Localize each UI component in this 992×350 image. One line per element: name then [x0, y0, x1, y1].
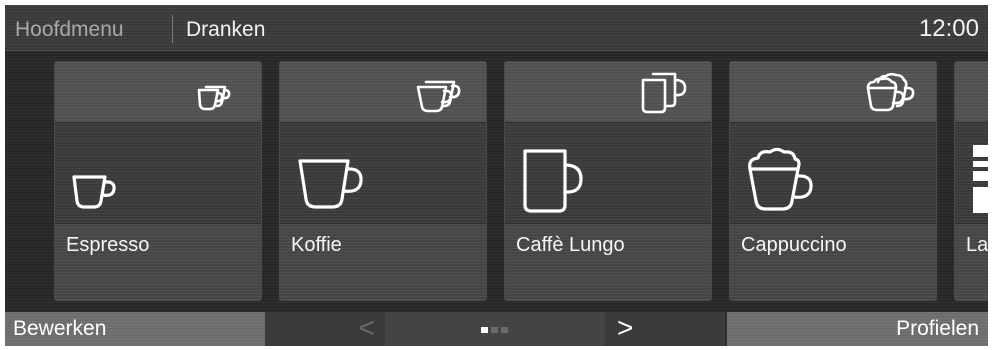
tile-body-koffie[interactable]: [280, 123, 486, 224]
tile-body-espresso[interactable]: [55, 123, 261, 224]
drink-label-caffe-lungo: Caffè Lungo: [516, 234, 625, 256]
bottom-bar: Bewerken < > Profielen: [5, 312, 988, 346]
drink-tile-caffe-lungo[interactable]: Caffè Lungo: [504, 61, 712, 301]
coffee-machine-screen: Hoofdmenu Dranken 12:00 Espresso Koffie …: [5, 5, 988, 346]
drink-label-cappuccino: Cappuccino: [741, 234, 847, 256]
page-dot-1: [481, 327, 488, 333]
page-dot-3: [501, 327, 508, 333]
latte-glass-icon: [973, 145, 988, 213]
espresso-cup-icon: [72, 175, 116, 209]
edit-button[interactable]: Bewerken: [5, 312, 265, 346]
page-indicator: [385, 312, 605, 346]
breadcrumb-divider: [172, 15, 173, 43]
breadcrumb-current: Dranken: [186, 18, 266, 41]
double-coffee-icon: [416, 80, 461, 113]
top-bar: Hoofdmenu Dranken 12:00: [5, 5, 988, 53]
double-cappuccino-icon: [866, 72, 915, 112]
double-lungo-icon: [641, 72, 687, 114]
drink-label-koffie: Koffie: [291, 234, 342, 256]
drink-tile-la[interactable]: La: [954, 61, 988, 301]
tile-header-cappuccino[interactable]: [730, 62, 936, 123]
previous-page-button[interactable]: <: [265, 312, 385, 346]
tile-body-cappuccino[interactable]: [730, 123, 936, 224]
tile-header-espresso[interactable]: [55, 62, 261, 123]
profiles-button[interactable]: Profielen: [727, 312, 988, 346]
tile-header-koffie[interactable]: [280, 62, 486, 123]
tile-body-la[interactable]: [955, 123, 988, 224]
coffee-cup-icon: [298, 159, 363, 209]
clock: 12:00: [918, 15, 979, 42]
drink-tile-cappuccino[interactable]: Cappuccino: [729, 61, 937, 301]
tile-body-caffe-lungo[interactable]: [505, 123, 711, 224]
drink-tile-koffie[interactable]: Koffie: [279, 61, 487, 301]
drink-label-espresso: Espresso: [66, 234, 150, 256]
tile-header-la[interactable]: [955, 62, 988, 123]
lungo-mug-icon: [523, 149, 583, 213]
tile-header-caffe-lungo[interactable]: [505, 62, 711, 123]
next-page-button[interactable]: >: [605, 312, 725, 346]
drink-tile-espresso[interactable]: Espresso: [54, 61, 262, 301]
double-espresso-icon: [197, 85, 231, 111]
page-dot-2: [491, 327, 498, 333]
breadcrumb-main-menu[interactable]: Hoofdmenu: [15, 18, 124, 42]
cappuccino-cup-icon: [748, 147, 813, 211]
drink-label-la: La: [966, 234, 988, 256]
